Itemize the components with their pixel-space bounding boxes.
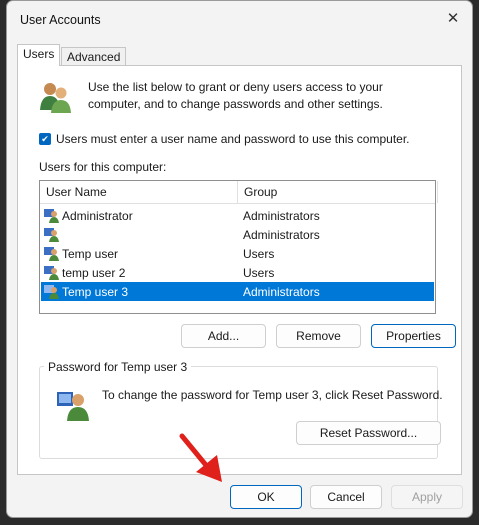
user-icon (44, 247, 59, 261)
remove-user-button[interactable]: Remove (276, 324, 361, 348)
user-name: temp user 2 (62, 266, 126, 280)
user-password-icon (57, 392, 89, 421)
user-name: Administrator (62, 209, 133, 223)
password-instructions: To change the password for Temp user 3, … (102, 388, 443, 402)
user-group: Administrators (243, 228, 320, 242)
user-name: Temp user 3 (62, 285, 129, 299)
user-accounts-window: User Accounts ✕ Users Advanced Use the l… (6, 0, 473, 518)
users-listview[interactable]: User Name Group Administrator Administra… (39, 180, 438, 314)
reset-password-button[interactable]: Reset Password... (296, 421, 441, 445)
tab-users[interactable]: Users (17, 44, 61, 66)
window-title: User Accounts (20, 13, 101, 27)
intro-text: Use the list below to grant or deny user… (88, 80, 383, 111)
password-group-legend: Password for Temp user 3 (44, 360, 192, 374)
user-icon (44, 285, 59, 299)
user-icon (44, 209, 59, 223)
properties-button[interactable]: Properties (371, 324, 456, 348)
user-group: Users (243, 247, 275, 261)
close-icon[interactable]: ✕ (444, 10, 462, 28)
user-row[interactable]: Administrators (41, 225, 434, 244)
users-tab-panel: Use the list below to grant or deny user… (17, 65, 462, 475)
ok-button[interactable]: OK (230, 485, 302, 509)
tab-advanced[interactable]: Advanced (61, 47, 127, 67)
user-group: Administrators (243, 209, 320, 223)
listview-header: User Name Group (40, 181, 438, 204)
column-divider[interactable] (437, 181, 438, 203)
password-groupbox (39, 366, 438, 459)
column-header-username[interactable]: User Name (46, 185, 107, 199)
user-row[interactable]: Administrator Administrators (41, 206, 434, 225)
user-icon (44, 266, 59, 280)
users-list-label: Users for this computer: (39, 160, 167, 174)
user-name: Temp user (62, 247, 119, 261)
user-row[interactable]: Temp user Users (41, 244, 434, 263)
user-group: Administrators (243, 285, 320, 299)
column-divider[interactable] (237, 181, 238, 203)
column-header-group[interactable]: Group (244, 185, 277, 199)
require-login-checkbox[interactable]: ✔ (39, 133, 51, 145)
user-row-selected[interactable]: Temp user 3 Administrators (41, 282, 434, 301)
require-login-label: Users must enter a user name and passwor… (56, 132, 410, 146)
user-icon (44, 228, 59, 242)
cancel-button[interactable]: Cancel (310, 485, 382, 509)
apply-button[interactable]: Apply (391, 485, 463, 509)
users-icon (40, 83, 71, 113)
red-arrow-annotation (179, 433, 222, 482)
add-user-button[interactable]: Add... (181, 324, 266, 348)
user-group: Users (243, 266, 275, 280)
user-row[interactable]: temp user 2 Users (41, 263, 434, 282)
